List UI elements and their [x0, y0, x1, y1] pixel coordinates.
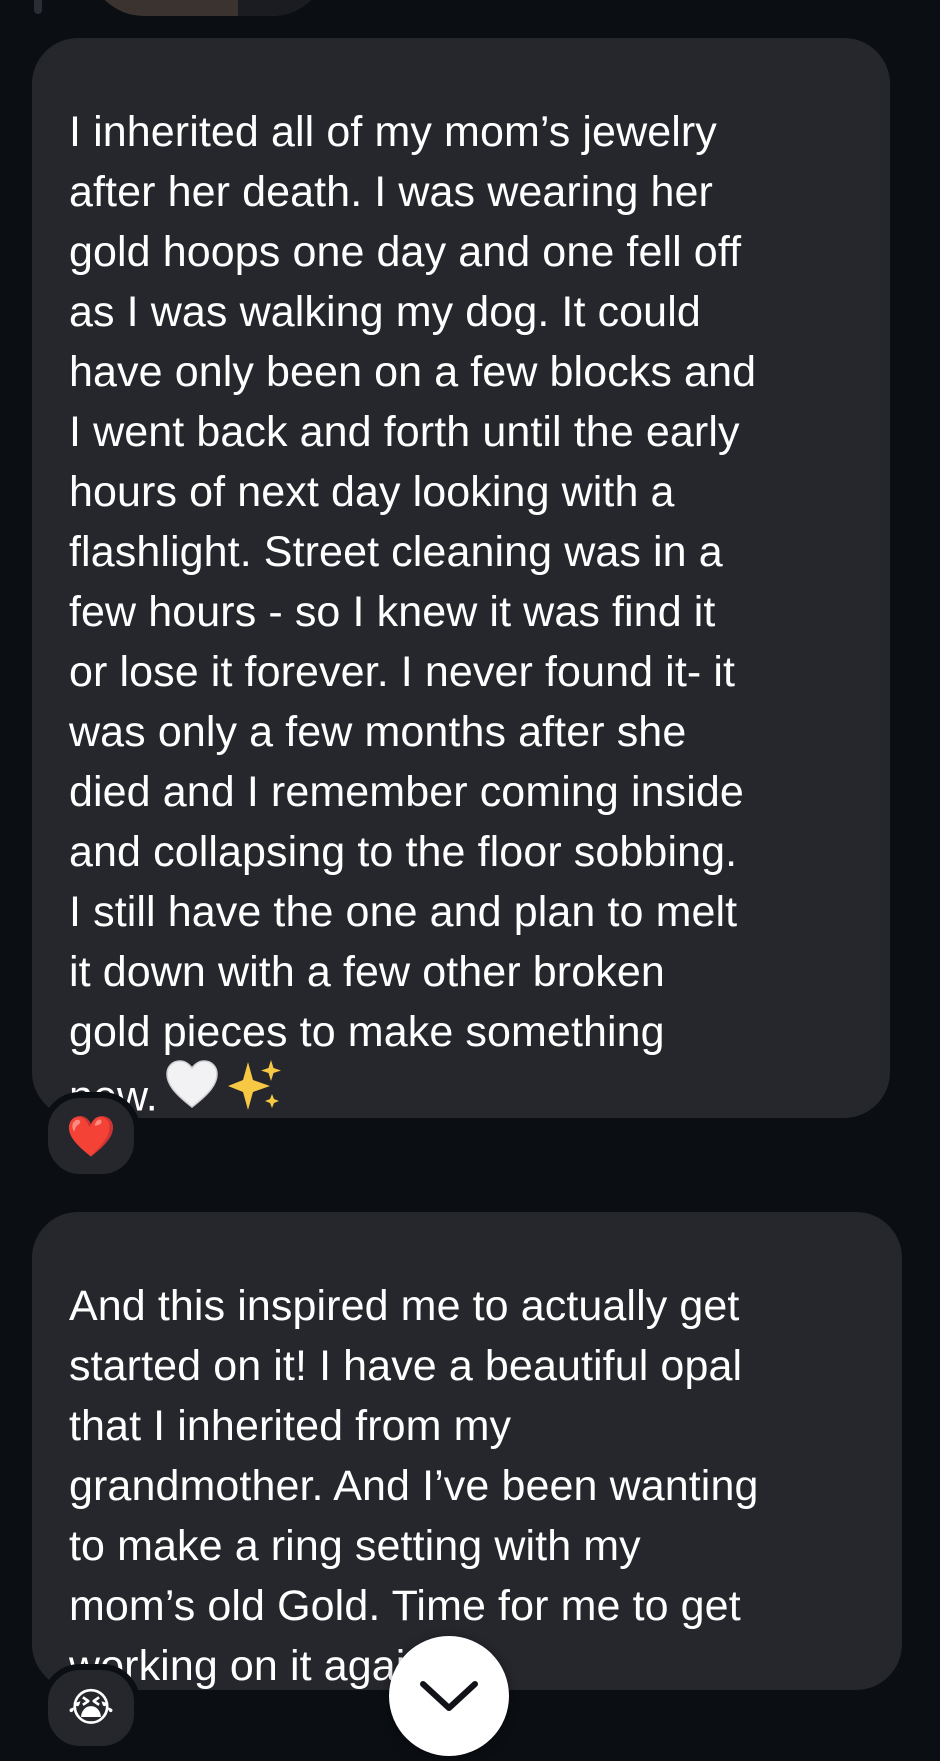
message-line: or lose it forever. I never found it- it: [69, 648, 736, 696]
message-line: that I inherited from my: [69, 1402, 512, 1450]
message-line: flashlight. Street cleaning was in a: [69, 528, 723, 576]
message-line: I went back and forth until the early: [69, 408, 740, 456]
reaction-badge[interactable]: ❤️: [42, 1092, 140, 1180]
message-line: after her death. I was wearing her: [69, 168, 713, 216]
message-line: as I was walking my dog. It could: [69, 288, 701, 336]
message-line: started on it! I have a beautiful opal: [69, 1342, 743, 1390]
message-line: gold hoops one day and one fell off: [69, 228, 742, 276]
scroll-to-bottom-button[interactable]: [389, 1636, 509, 1756]
message-line: died and I remember coming inside: [69, 768, 744, 816]
message-line: was only a few months after she: [69, 708, 687, 756]
white-heart-icon: [164, 1060, 220, 1135]
avatar[interactable]: [88, 0, 328, 16]
crying-face-reaction: 😭: [67, 1686, 115, 1730]
message-line: And this inspired me to actually get: [69, 1282, 740, 1330]
message-line-last: new.: [69, 1060, 860, 1136]
message-line: to make a ring setting with my: [69, 1522, 641, 1570]
sparkles-icon: [226, 1060, 284, 1136]
message-bubble[interactable]: I inherited all of my mom’s jewelry afte…: [32, 38, 890, 1120]
message-line: mom’s old Gold. Time for me to get: [69, 1582, 741, 1630]
message-line: gold pieces to make something: [69, 1008, 665, 1056]
message-line: I inherited all of my mom’s jewelry: [69, 108, 717, 156]
message-line: have only been on a few blocks and: [69, 348, 757, 396]
message-line: and collapsing to the floor sobbing.: [69, 828, 738, 876]
message-bubble[interactable]: And this inspired me to actually get sta…: [32, 1212, 902, 1690]
reaction-badge[interactable]: 😭: [42, 1664, 140, 1752]
scrollbar[interactable]: [34, 0, 42, 14]
message-line: I still have the one and plan to melt: [69, 888, 738, 936]
message-line: it down with a few other broken: [69, 948, 665, 996]
chevron-down-icon: [420, 1681, 478, 1711]
message-line: few hours - so I knew it was find it: [69, 588, 716, 636]
message-line: hours of next day looking with a: [69, 468, 675, 516]
red-heart-reaction: ❤️: [66, 1114, 116, 1159]
message-line: grandmother. And I’ve been wanting: [69, 1462, 759, 1510]
